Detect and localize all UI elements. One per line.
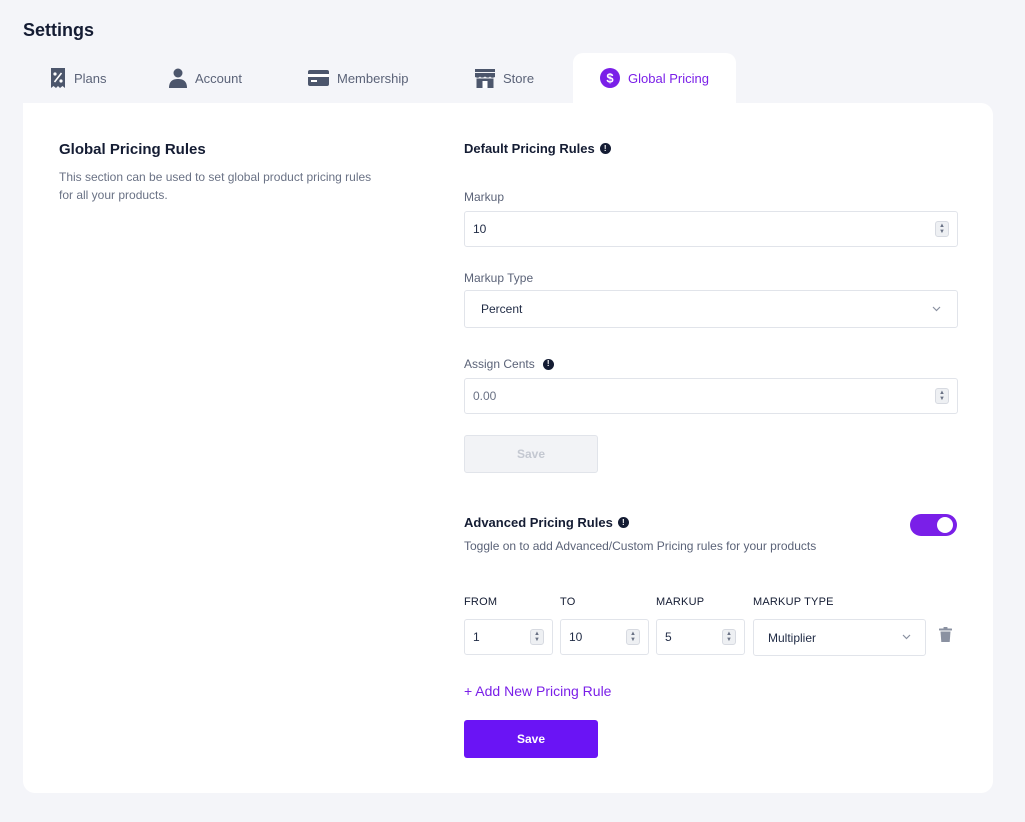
default-save-button[interactable]: Save — [464, 435, 598, 473]
assign-cents-label-text: Assign Cents — [464, 357, 535, 371]
number-stepper-icon[interactable]: ▲ ▼ — [530, 629, 544, 645]
number-stepper-icon[interactable]: ▲ ▼ — [722, 629, 736, 645]
assign-cents-label: Assign Cents ! — [464, 357, 554, 371]
advanced-rules-description: Toggle on to add Advanced/Custom Pricing… — [464, 539, 817, 553]
toggle-knob — [937, 517, 953, 533]
add-pricing-rule-link[interactable]: + Add New Pricing Rule — [464, 683, 611, 699]
to-value: 10 — [569, 630, 583, 644]
receipt-percent-icon — [50, 68, 66, 88]
chevron-down-icon — [932, 304, 941, 315]
advanced-rules-title: Advanced Pricing Rules ! — [464, 515, 629, 530]
markup-label: Markup — [464, 190, 505, 204]
tab-store-label: Store — [503, 70, 535, 86]
tab-global-pricing[interactable]: $ Global Pricing — [573, 53, 736, 103]
column-header-markup: MARKUP — [656, 596, 705, 608]
column-header-markup-type: MARKUP TYPE — [753, 596, 834, 608]
markup-input[interactable]: 10 ▲ ▼ — [464, 211, 958, 247]
chevron-down-icon — [902, 632, 911, 643]
markup-value: 10 — [473, 222, 487, 236]
column-header-to: TO — [560, 596, 576, 608]
credit-card-icon — [308, 70, 329, 86]
svg-text:$: $ — [606, 71, 614, 86]
tab-plans-label: Plans — [74, 70, 107, 86]
tab-global-pricing-label: Global Pricing — [628, 70, 709, 86]
markup-type-row-value: Multiplier — [768, 630, 817, 645]
page-title: Settings — [23, 20, 95, 40]
tab-store[interactable]: Store — [475, 53, 534, 103]
markup-type-value: Percent — [481, 302, 523, 316]
markup-row-input[interactable]: 5 ▲ ▼ — [656, 619, 745, 655]
advanced-rules-toggle[interactable] — [910, 514, 957, 536]
from-input[interactable]: 1 ▲ ▼ — [464, 619, 553, 655]
markup-type-select[interactable]: Percent — [464, 290, 958, 328]
tab-account[interactable]: Account — [169, 53, 242, 103]
info-icon[interactable]: ! — [599, 143, 611, 154]
advanced-save-button[interactable]: Save — [464, 720, 598, 758]
markup-type-label: Markup Type — [464, 271, 534, 285]
number-stepper-icon[interactable]: ▲ ▼ — [935, 388, 949, 404]
from-value: 1 — [473, 630, 480, 644]
to-input[interactable]: 10 ▲ ▼ — [560, 619, 649, 655]
store-icon — [475, 68, 495, 88]
tab-membership[interactable]: Membership — [308, 53, 409, 103]
number-stepper-icon[interactable]: ▲ ▼ — [935, 221, 949, 237]
tab-account-label: Account — [195, 70, 242, 86]
column-header-from: FROM — [464, 596, 498, 608]
tab-membership-label: Membership — [337, 70, 409, 86]
info-icon[interactable]: ! — [617, 517, 629, 528]
default-rules-title: Default Pricing Rules ! — [464, 141, 611, 156]
number-stepper-icon[interactable]: ▲ ▼ — [626, 629, 640, 645]
pricing-card: Global Pricing Rules This section can be… — [23, 103, 993, 793]
user-icon — [169, 68, 187, 88]
section-title: Global Pricing Rules — [59, 141, 206, 158]
settings-tabs: Plans Account Membership Store $ Global … — [23, 53, 993, 103]
info-icon[interactable]: ! — [542, 358, 554, 370]
default-rules-title-text: Default Pricing Rules — [464, 141, 595, 156]
dollar-circle-icon: $ — [600, 68, 620, 88]
assign-cents-input[interactable]: 0.00 ▲ ▼ — [464, 378, 958, 414]
trash-icon[interactable] — [936, 625, 954, 643]
markup-row-value: 5 — [665, 630, 672, 644]
tab-plans[interactable]: Plans — [50, 53, 107, 103]
assign-cents-placeholder: 0.00 — [473, 389, 497, 403]
markup-type-row-select[interactable]: Multiplier — [753, 619, 926, 656]
section-description: This section can be used to set global p… — [59, 170, 372, 202]
advanced-rules-title-text: Advanced Pricing Rules — [464, 515, 613, 530]
